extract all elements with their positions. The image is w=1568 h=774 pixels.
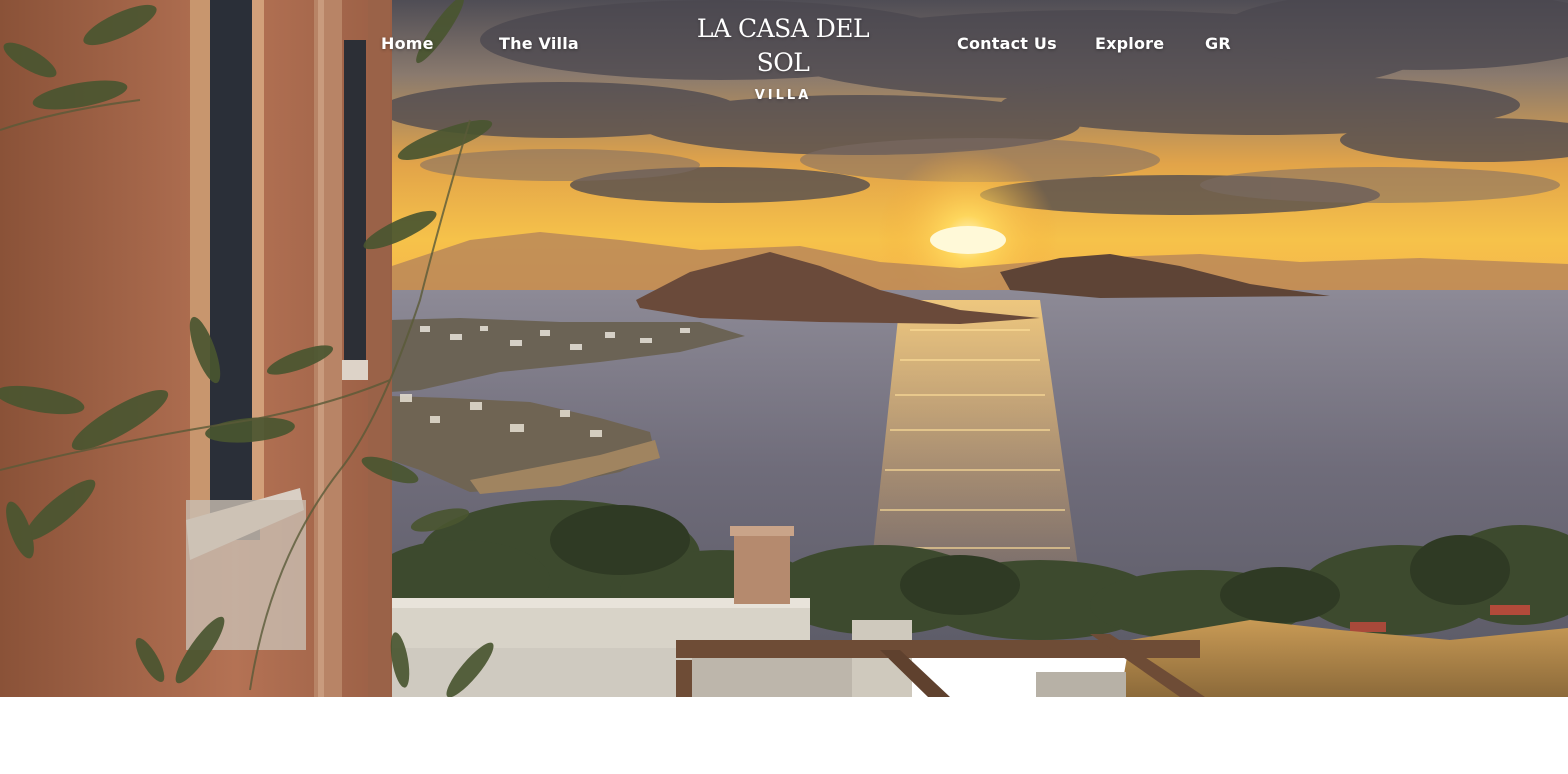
logo-title: LA CASA DEL SOL (696, 14, 870, 77)
nav-explore-link[interactable]: Explore (1095, 34, 1164, 53)
language-switch-link[interactable]: GR (1205, 34, 1231, 53)
nav-the-villa-link[interactable]: The Villa (499, 34, 579, 53)
hero-banner: Home The Villa LA CASA DEL SOL VILLA Con… (0, 0, 1568, 697)
nav-contact-us-link[interactable]: Contact Us (957, 34, 1057, 53)
site-logo[interactable]: LA CASA DEL SOL VILLA (670, 12, 896, 103)
hero-image (0, 0, 1568, 697)
nav-home-link[interactable]: Home (381, 34, 434, 53)
logo-subtitle: VILLA (754, 88, 812, 103)
page-content-area (0, 697, 1568, 774)
